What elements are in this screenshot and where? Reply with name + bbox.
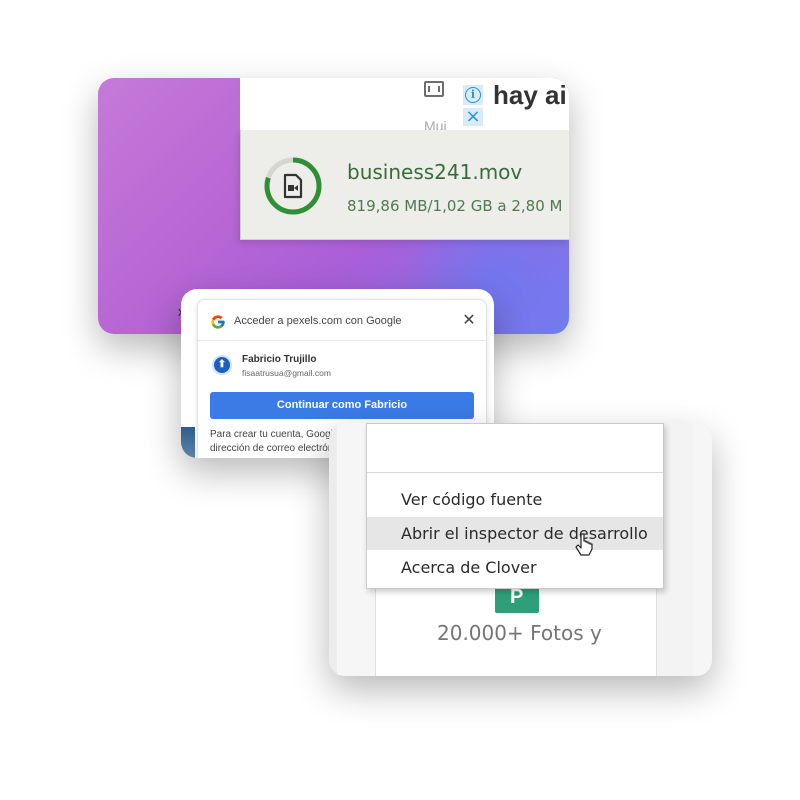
- avatar: ⬆: [212, 355, 232, 375]
- account-email[interactable]: fisaatrusua@gmail.com: [242, 368, 331, 378]
- divider: [198, 340, 486, 341]
- signin-title: Acceder a pexels.com con Google: [234, 315, 402, 327]
- download-status: 819,86 MB/1,02 GB a 2,80 M: [347, 197, 563, 215]
- close-ad-icon[interactable]: ×: [463, 108, 483, 126]
- background-image-fragment: [181, 427, 195, 458]
- menu-separator: [367, 472, 663, 473]
- page-header-strip: i × hay ai Mui: [240, 78, 569, 134]
- menu-item-view-source[interactable]: Ver código fuente: [367, 483, 663, 516]
- film-icon: [424, 81, 444, 97]
- side-panel-right: [693, 423, 712, 676]
- menu-item-about-clover[interactable]: Acerca de Clover: [367, 551, 663, 584]
- continue-button[interactable]: Continuar como Fabricio: [210, 392, 474, 419]
- video-file-icon: [283, 173, 303, 199]
- close-icon[interactable]: ✕: [459, 310, 479, 330]
- info-icon[interactable]: i: [463, 85, 483, 105]
- photos-caption: 20.000+ Fotos y: [437, 621, 602, 645]
- menu-item-open-inspector[interactable]: Abrir el inspector de desarrollo: [367, 517, 663, 550]
- download-panel[interactable]: business241.mov 819,86 MB/1,02 GB a 2,80…: [240, 130, 569, 240]
- google-logo-icon: [211, 315, 225, 329]
- account-name[interactable]: Fabricio Trujillo: [242, 354, 316, 365]
- context-menu: Ver código fuente Abrir el inspector de …: [366, 423, 664, 589]
- download-filename: business241.mov: [347, 160, 523, 184]
- ad-headline: hay ai: [493, 80, 567, 110]
- mouse-pointer-icon: [575, 533, 593, 556]
- download-progress-ring: [264, 157, 322, 215]
- context-menu-card: P 20.000+ Fotos y Ver código fuente Abri…: [329, 423, 712, 676]
